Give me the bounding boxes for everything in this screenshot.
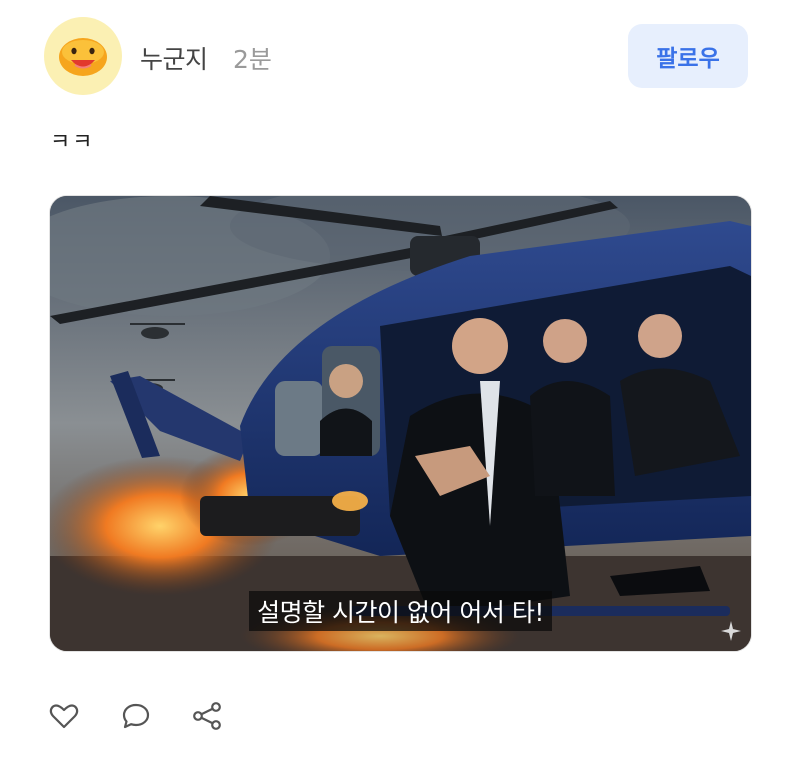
like-button[interactable]: [48, 700, 80, 732]
sparkle-icon: [721, 621, 741, 641]
helicopter-scene-image: [50, 196, 751, 651]
post-timestamp: 2분: [233, 45, 272, 74]
share-icon: [193, 702, 221, 730]
smiley-face-icon: [59, 38, 107, 76]
avatar[interactable]: [44, 17, 122, 95]
post-image[interactable]: 설명할 시간이 없어 어서 타!: [49, 195, 752, 652]
comment-button[interactable]: [120, 700, 152, 732]
share-button[interactable]: [191, 700, 223, 732]
follow-button[interactable]: 팔로우: [628, 24, 748, 88]
comment-icon: [122, 703, 150, 729]
heart-icon: [49, 704, 79, 729]
author-name[interactable]: 누군지: [140, 40, 208, 76]
post-header: 누군지 2분 팔로우: [44, 17, 748, 97]
post-body-text: ㅋㅋ: [50, 130, 95, 155]
